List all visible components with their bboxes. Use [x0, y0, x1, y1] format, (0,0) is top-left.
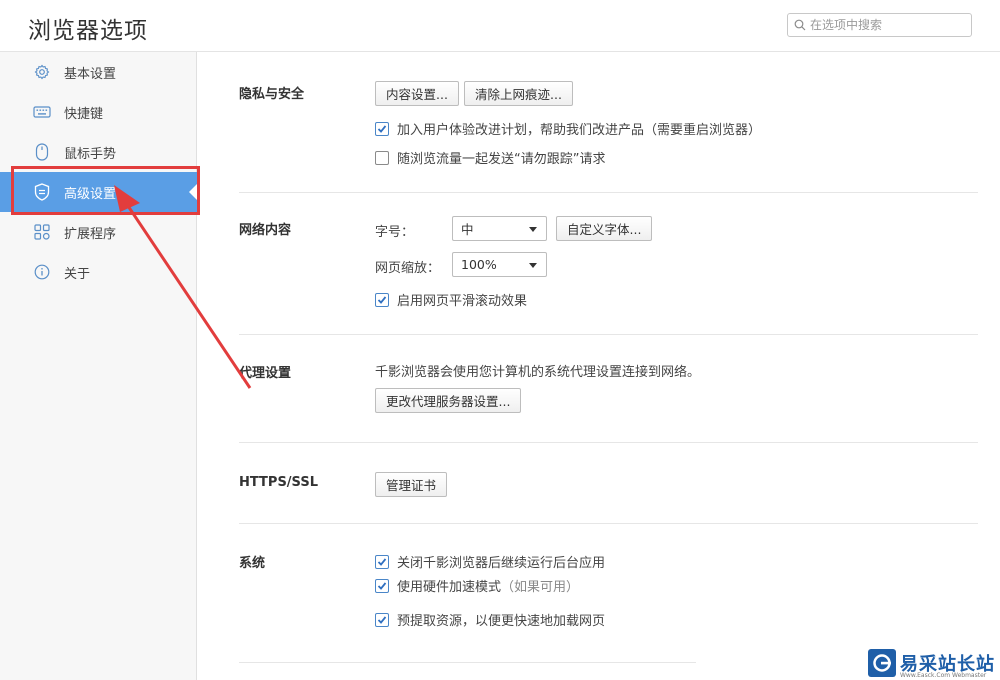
- hardware-accel-option[interactable]: 使用硬件加速模式 （如果可用）: [375, 576, 579, 595]
- https-section: HTTPS/SSL 管理证书: [239, 472, 978, 502]
- chevron-down-icon: [529, 263, 537, 268]
- puzzle-grid-icon: [32, 222, 52, 242]
- proxy-section: 代理设置 千影浏览器会使用您计算机的系统代理设置连接到网络。 更改代理服务器设置…: [239, 360, 978, 420]
- background-apps-label: 关闭千影浏览器后继续运行后台应用: [397, 556, 606, 571]
- sidebar-item-label: 扩展程序: [64, 226, 117, 242]
- font-size-value: 中: [461, 222, 474, 237]
- page-title: 浏览器选项: [28, 18, 148, 44]
- zoom-value: 100%: [461, 257, 497, 272]
- ux-plan-label: 加入用户体验改进计划，帮助我们改进产品（需要重启浏览器）: [397, 123, 762, 138]
- do-not-track-checkbox[interactable]: [375, 150, 389, 165]
- proxy-section-title: 代理设置: [239, 366, 292, 381]
- sidebar-item-about[interactable]: 关于: [0, 252, 197, 292]
- sidebar-item-label: 关于: [64, 266, 91, 282]
- sidebar: 基本设置 快捷键 鼠标手势 高级设置 扩展程序 关于: [0, 52, 197, 680]
- site-logo-icon: [868, 649, 896, 677]
- section-divider: [239, 192, 978, 193]
- hardware-accel-checkbox[interactable]: [375, 578, 389, 593]
- hardware-accel-hint: （如果可用）: [501, 580, 580, 595]
- zoom-label: 网页缩放：: [375, 261, 441, 276]
- background-apps-checkbox[interactable]: [375, 554, 389, 569]
- section-divider: [239, 523, 978, 524]
- gear-icon: [32, 62, 52, 82]
- checkmark-icon: [377, 295, 387, 304]
- info-icon: [32, 262, 52, 282]
- font-size-select[interactable]: 中: [452, 216, 547, 241]
- sidebar-item-label: 高级设置: [64, 186, 117, 202]
- checkmark-icon: [377, 615, 387, 624]
- checkmark-icon: [377, 557, 387, 566]
- smooth-scroll-option[interactable]: 启用网页平滑滚动效果: [375, 290, 527, 309]
- sidebar-item-advanced[interactable]: 高级设置: [0, 172, 197, 212]
- prefetch-label: 预提取资源，以便更快速地加载网页: [397, 614, 606, 629]
- ux-plan-checkbox[interactable]: [375, 121, 389, 136]
- do-not-track-label: 随浏览流量一起发送“请勿跟踪”请求: [397, 152, 606, 167]
- content-settings-button[interactable]: 内容设置...: [375, 81, 459, 106]
- checkmark-icon: [377, 124, 387, 133]
- section-divider: [239, 442, 978, 443]
- sidebar-item-label: 鼠标手势: [64, 146, 117, 162]
- sidebar-item-shortcuts[interactable]: 快捷键: [0, 92, 197, 132]
- smooth-scroll-label: 启用网页平滑滚动效果: [397, 294, 528, 309]
- proxy-description: 千影浏览器会使用您计算机的系统代理设置连接到网络。: [375, 365, 701, 380]
- privacy-section-title: 隐私与安全: [239, 87, 305, 102]
- web-content-section-title: 网络内容: [239, 223, 292, 238]
- search-input[interactable]: [810, 16, 968, 34]
- sidebar-item-label: 快捷键: [64, 106, 104, 122]
- background-apps-option[interactable]: 关闭千影浏览器后继续运行后台应用: [375, 552, 605, 571]
- keyboard-icon: [32, 102, 52, 122]
- hardware-accel-label: 使用硬件加速模式: [397, 580, 502, 595]
- shield-icon: [32, 182, 52, 202]
- sidebar-item-extensions[interactable]: 扩展程序: [0, 212, 197, 252]
- system-section-title: 系统: [239, 556, 266, 571]
- search-box[interactable]: [787, 13, 972, 37]
- mouse-icon: [32, 142, 52, 162]
- sidebar-item-label: 基本设置: [64, 66, 117, 82]
- ux-plan-option[interactable]: 加入用户体验改进计划，帮助我们改进产品（需要重启浏览器）: [375, 119, 761, 138]
- change-proxy-button[interactable]: 更改代理服务器设置...: [375, 388, 522, 413]
- prefetch-option[interactable]: 预提取资源，以便更快速地加载网页: [375, 610, 605, 629]
- manage-certificates-button[interactable]: 管理证书: [375, 472, 448, 497]
- web-content-section: 网络内容 字号： 中 自定义字体... 网页缩放： 100% 启用网页平滑滚动效…: [239, 216, 978, 326]
- smooth-scroll-checkbox[interactable]: [375, 292, 389, 307]
- section-divider: [239, 662, 696, 663]
- chevron-down-icon: [529, 227, 537, 232]
- search-icon: [794, 19, 806, 31]
- section-divider: [239, 334, 978, 335]
- sidebar-item-mouse-gestures[interactable]: 鼠标手势: [0, 132, 197, 172]
- font-size-label: 字号：: [375, 225, 415, 240]
- clear-traces-button[interactable]: 清除上网痕迹...: [464, 81, 573, 106]
- https-section-title: HTTPS/SSL: [239, 475, 318, 490]
- header: 浏览器选项: [0, 0, 1000, 52]
- zoom-select[interactable]: 100%: [452, 252, 547, 277]
- watermark-logo: 易采站长站 Www.Easck.Com Webmaster: [866, 646, 1000, 680]
- prefetch-checkbox[interactable]: [375, 612, 389, 627]
- sidebar-item-basic[interactable]: 基本设置: [0, 52, 197, 92]
- watermark-subtitle: Www.Easck.Com Webmaster: [900, 672, 987, 679]
- do-not-track-option[interactable]: 随浏览流量一起发送“请勿跟踪”请求: [375, 148, 605, 167]
- custom-font-button[interactable]: 自定义字体...: [556, 216, 653, 241]
- privacy-section: 隐私与安全 内容设置... 清除上网痕迹... 加入用户体验改进计划，帮助我们改…: [239, 80, 978, 190]
- checkmark-icon: [377, 581, 387, 590]
- system-section: 系统 关闭千影浏览器后继续运行后台应用 使用硬件加速模式 （如果可用） 预提取资…: [239, 550, 978, 640]
